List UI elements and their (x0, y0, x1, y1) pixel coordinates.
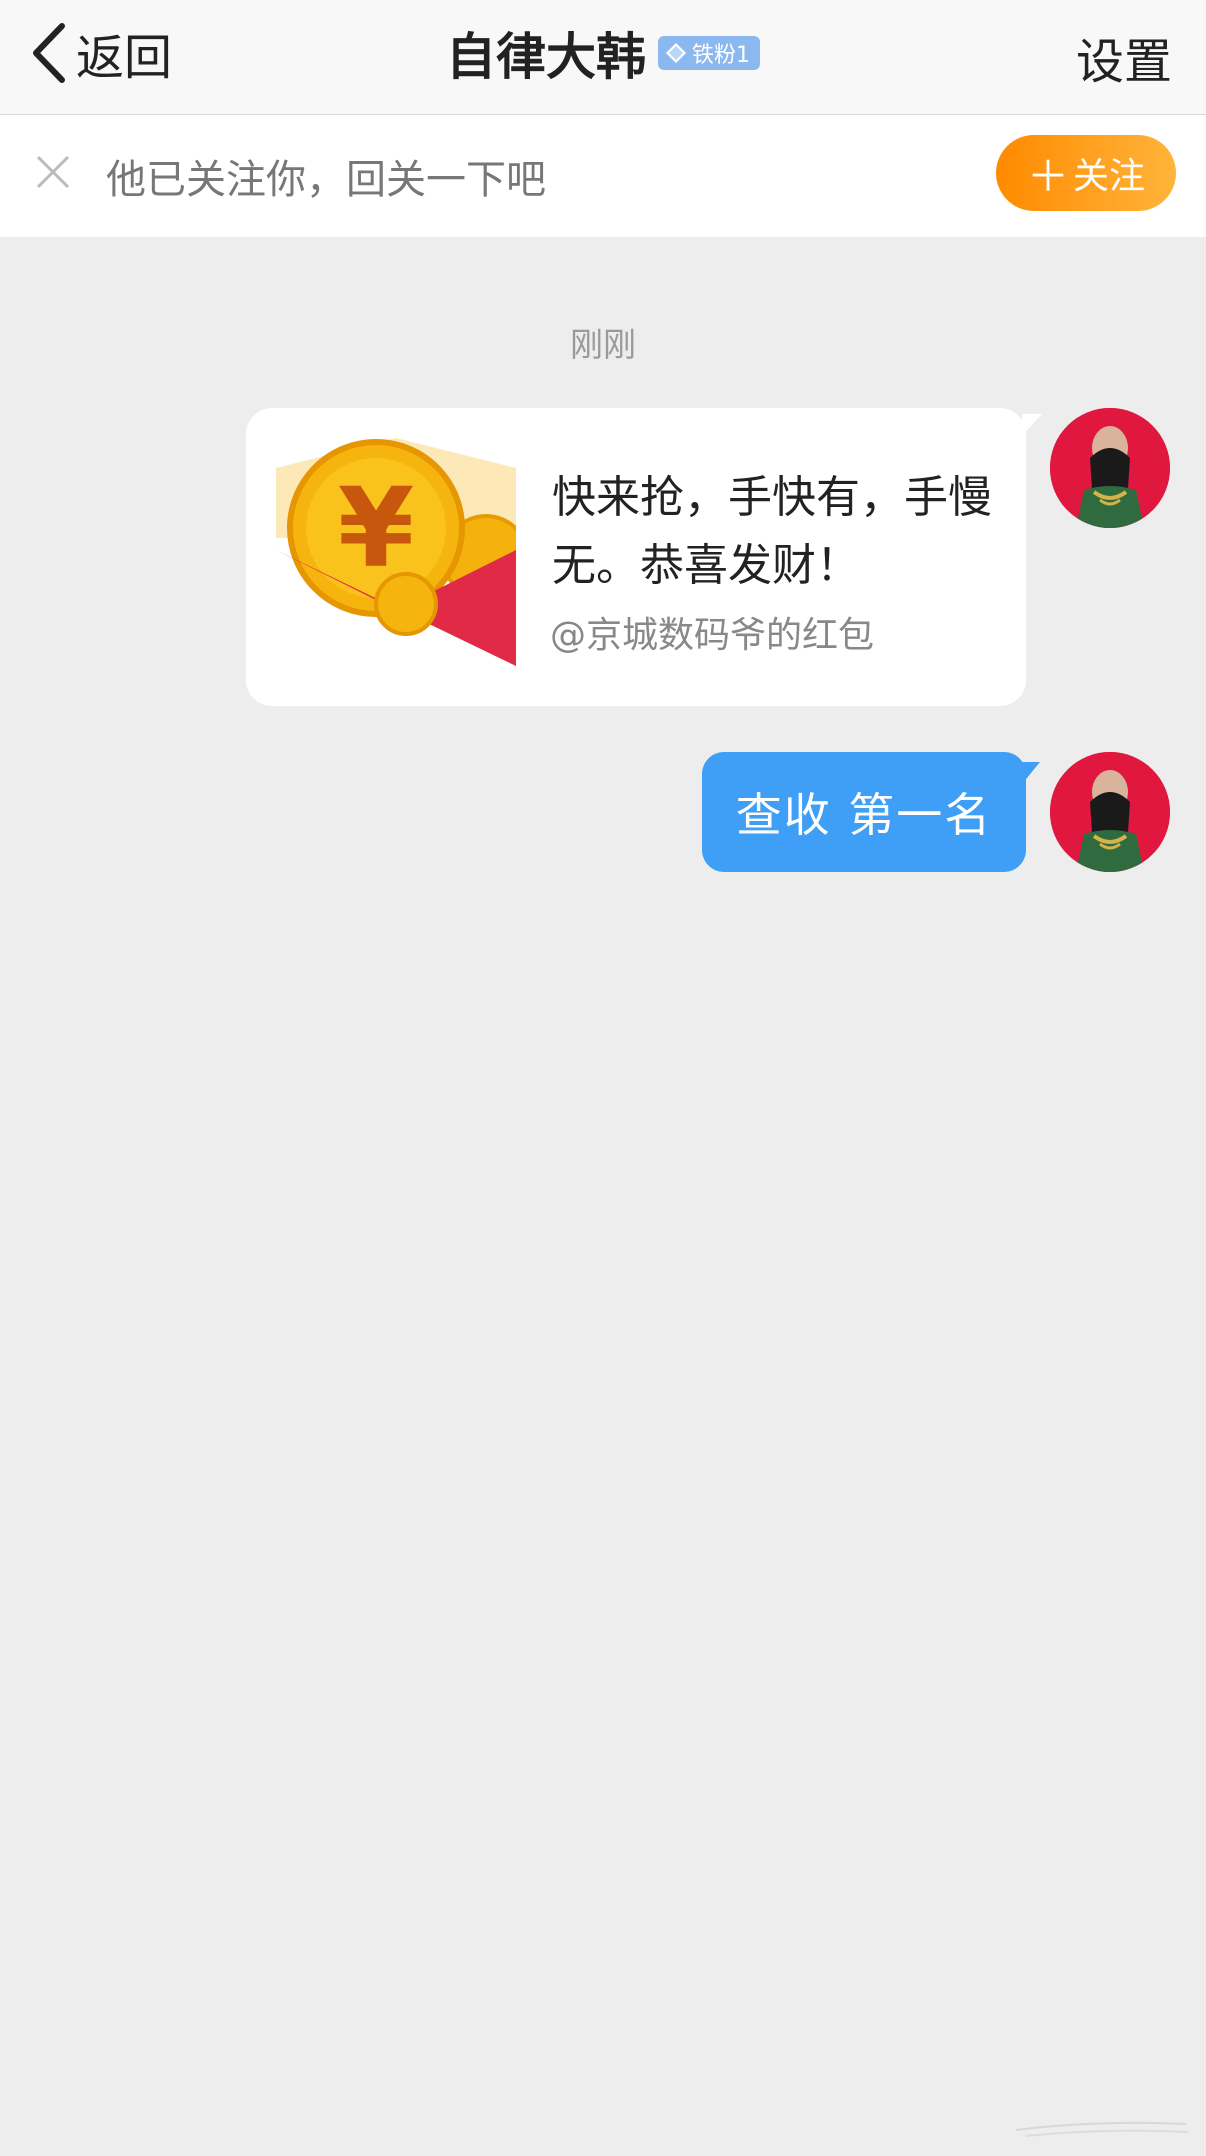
fan-level-badge: 铁粉1 (658, 36, 760, 70)
bubble-tail (1022, 414, 1042, 436)
title-group: 自律大韩 铁粉1 (0, 18, 1206, 88)
message-text: 查收 第一名 (735, 788, 993, 842)
user-avatar-icon (1050, 408, 1170, 528)
message-timestamp: 刚刚 (570, 325, 636, 364)
follow-button[interactable]: ＋ 关注 (996, 135, 1176, 211)
follow-button-label: 关注 (1073, 156, 1146, 197)
avatar[interactable] (1050, 408, 1170, 528)
red-packet-icon: ¥ (276, 438, 516, 666)
avatar[interactable] (1050, 752, 1170, 872)
follow-prompt-text: 他已关注你，回关一下吧 (106, 157, 546, 203)
nav-bar: 返回 自律大韩 铁粉1 设置 (0, 0, 1206, 115)
red-packet-message: 快来抢，手快有，手慢无。恭喜发财！ (552, 472, 992, 591)
plus-icon: ＋ (1026, 151, 1069, 201)
settings-button[interactable]: 设置 (1076, 22, 1172, 92)
watermark-decoration (1015, 2121, 1189, 2137)
follow-banner: 他已关注你，回关一下吧 ＋ 关注 (0, 115, 1206, 237)
red-packet-card[interactable]: ¥ 快来抢，手快有，手慢无。恭喜发财！ @京城数码爷的红包 (246, 408, 1026, 706)
bubble-tail (1022, 762, 1040, 784)
red-packet-sender: @京城数码爷的红包 (550, 615, 875, 656)
page-title: 自律大韩 (446, 28, 646, 86)
close-icon[interactable] (32, 151, 74, 193)
user-avatar-icon (1050, 752, 1170, 872)
diamond-icon (666, 43, 686, 63)
badge-label: 铁粉1 (692, 43, 750, 68)
sent-message-bubble[interactable]: 查收 第一名 (702, 752, 1026, 872)
